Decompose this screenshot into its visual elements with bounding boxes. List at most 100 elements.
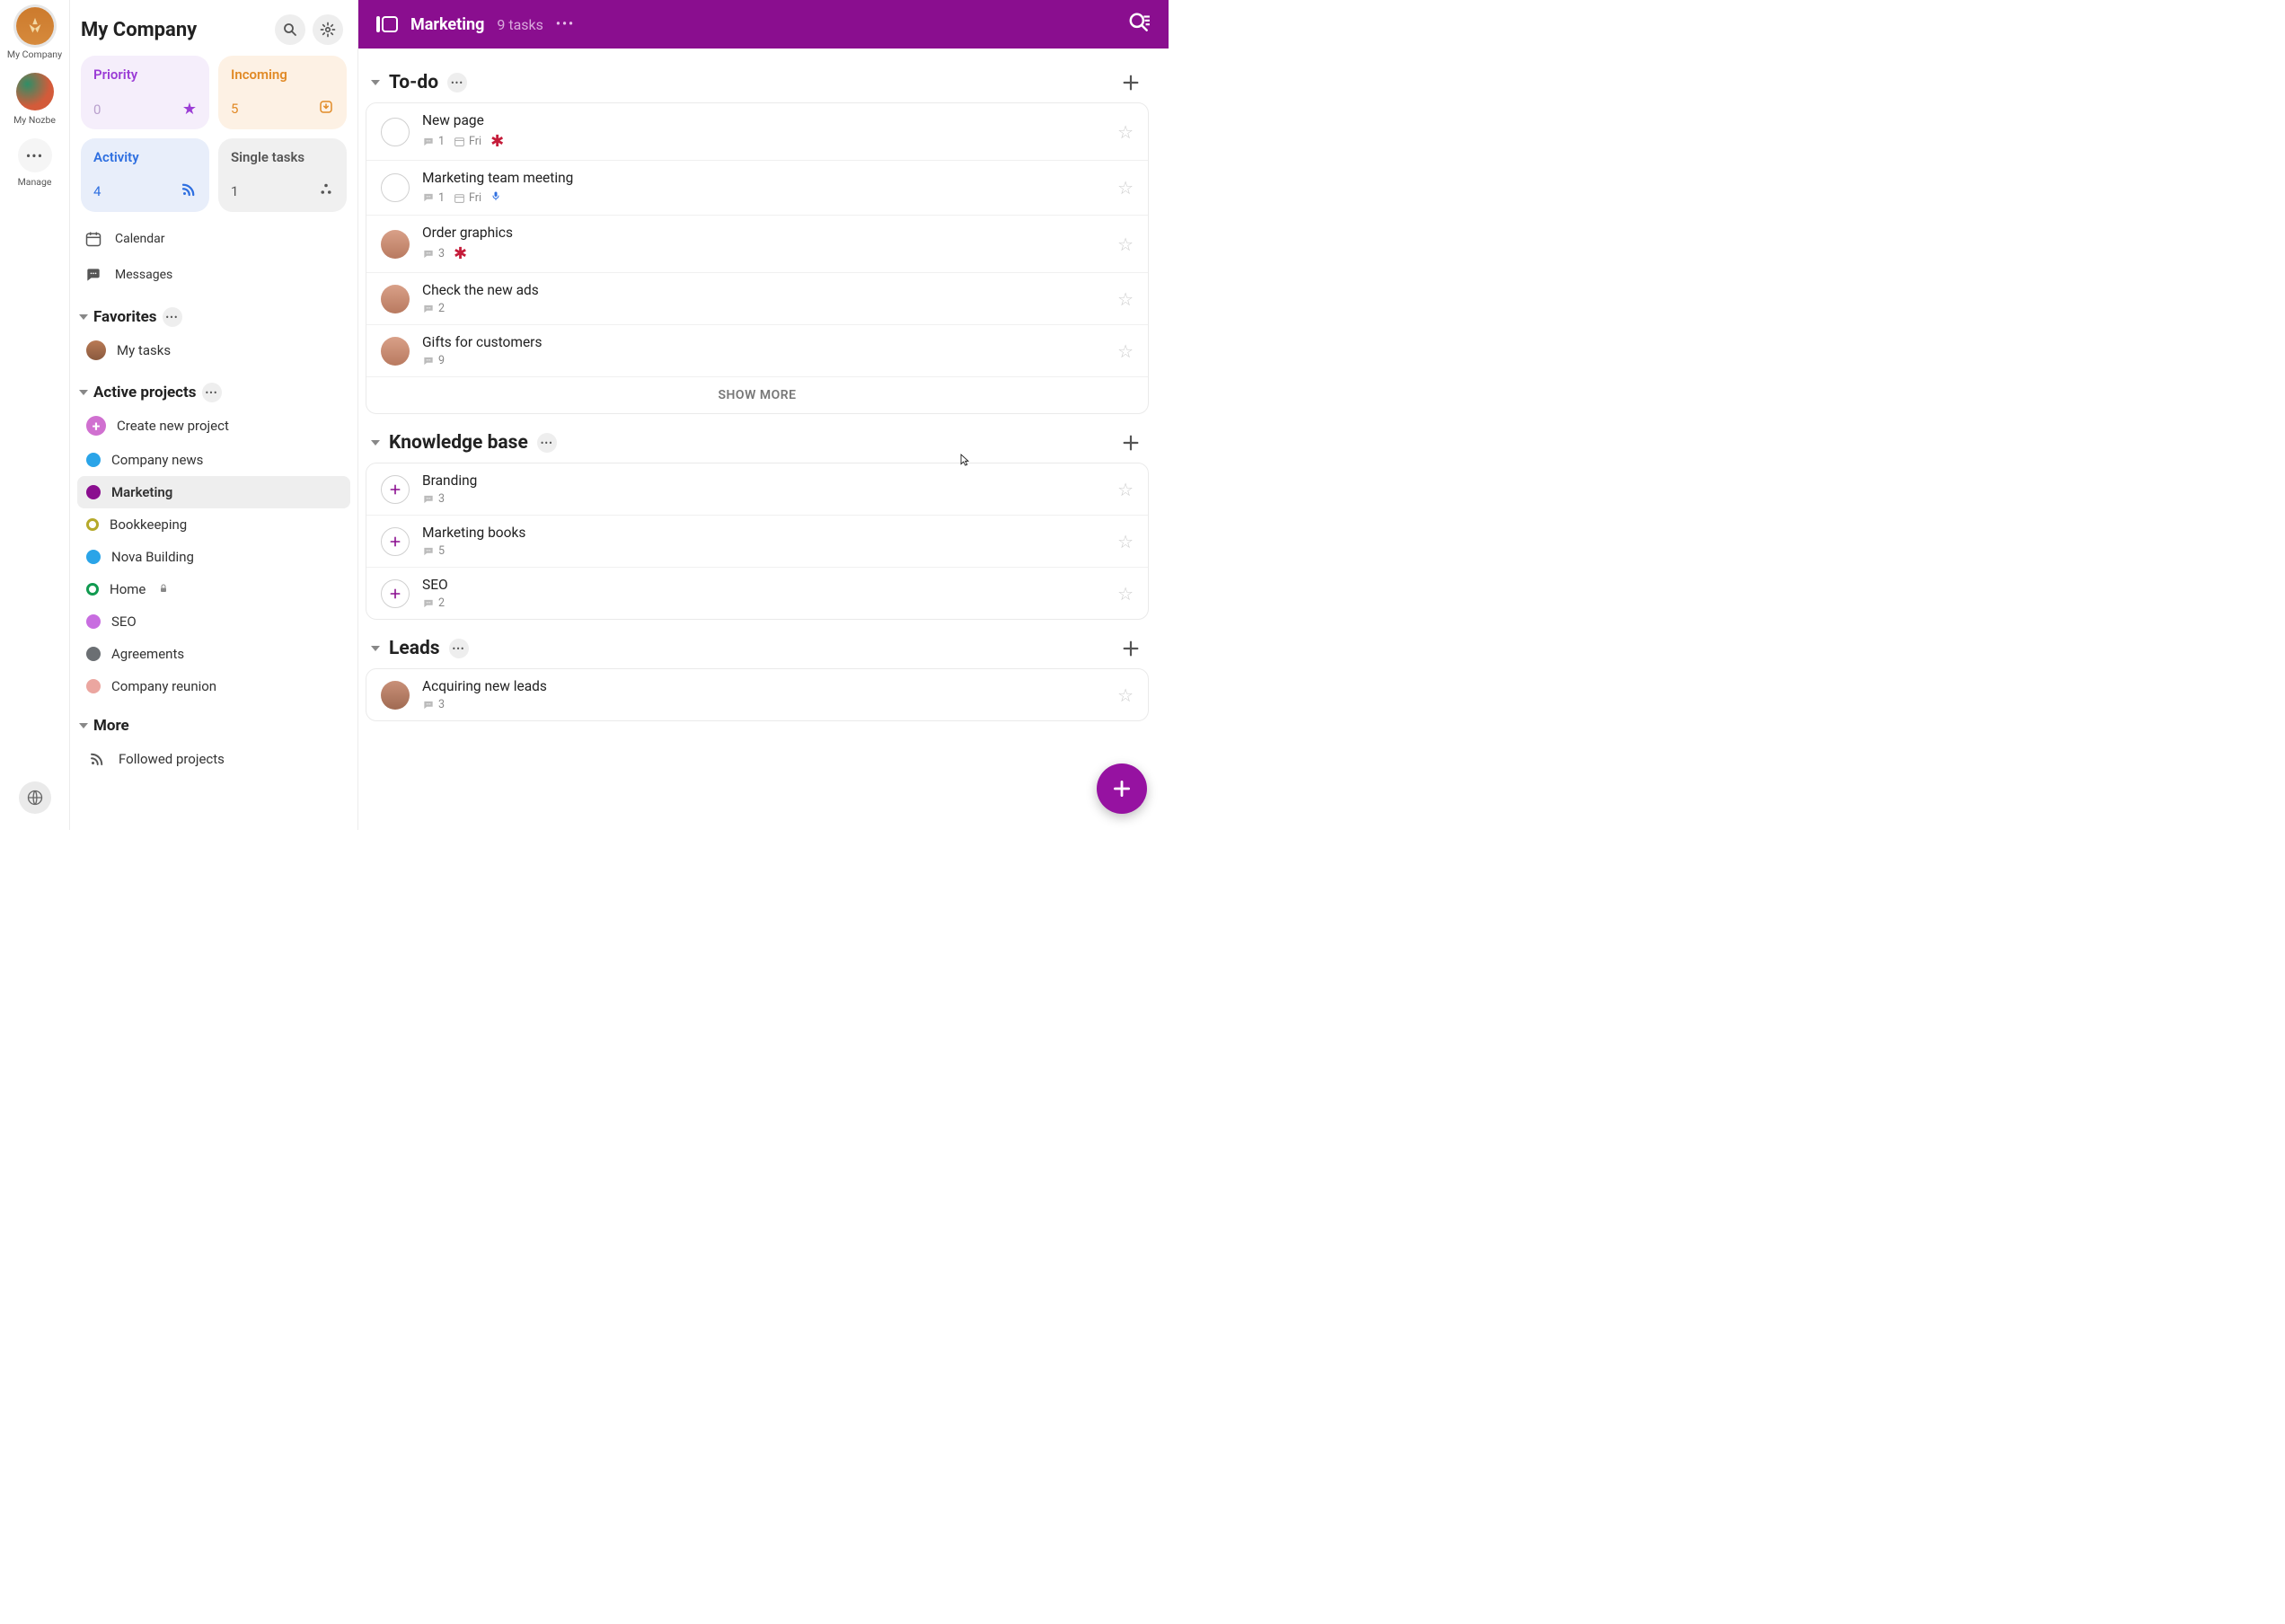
task-add-subtask-button[interactable] [381, 475, 410, 504]
group-header[interactable]: Leads••• [366, 623, 1149, 668]
favorites-menu-button[interactable]: ••• [163, 307, 182, 327]
add-task-button[interactable] [1118, 636, 1143, 661]
section-active-head[interactable]: Active projects ••• [77, 381, 350, 404]
task-list: Acquiring new leads3☆ [366, 668, 1149, 721]
card-priority[interactable]: Priority 0 ★ [81, 56, 209, 129]
content-scroll[interactable]: To-do•••New page1Fri✱☆Marketing team mee… [358, 49, 1169, 830]
card-single-label: Single tasks [231, 149, 334, 165]
sidebar-followed-projects[interactable]: Followed projects [77, 740, 350, 778]
sidebar-project-item[interactable]: Company reunion [77, 670, 350, 702]
caret-down-icon [371, 646, 380, 651]
dots-triangle-icon [318, 181, 334, 201]
assignee-avatar-icon[interactable] [381, 285, 410, 313]
comment-icon [422, 699, 435, 711]
task-row[interactable]: Marketing team meeting1Fri☆ [366, 161, 1148, 216]
rail-company-label: My Company [7, 49, 62, 60]
task-row[interactable]: Acquiring new leads3☆ [366, 669, 1148, 720]
card-activity[interactable]: Activity 4 [81, 138, 209, 212]
group-header[interactable]: To-do••• [366, 57, 1149, 102]
rail-manage[interactable]: ••• Manage [0, 138, 69, 188]
workspace-rail: My Company My Nozbe ••• Manage [0, 0, 70, 830]
group-menu-button[interactable]: ••• [447, 73, 467, 93]
group-header[interactable]: Knowledge base••• [366, 418, 1149, 463]
sidebar-header: My Company [77, 4, 350, 50]
sidebar-project-item[interactable]: Company news [77, 444, 350, 476]
star-toggle[interactable]: ☆ [1117, 234, 1134, 255]
calendar-small-icon [454, 136, 465, 147]
star-toggle[interactable]: ☆ [1117, 177, 1134, 199]
star-toggle[interactable]: ☆ [1117, 479, 1134, 500]
sidebar-item-my-tasks[interactable]: My tasks [77, 332, 350, 368]
task-checkbox[interactable] [381, 118, 410, 146]
sidebar-project-item[interactable]: Home [77, 573, 350, 605]
sidebar-project-label: SEO [111, 613, 137, 630]
project-color-dot-icon [86, 583, 99, 596]
task-row[interactable]: Gifts for customers9☆ [366, 325, 1148, 377]
sidebar-calendar[interactable]: Calendar [77, 221, 350, 257]
sidebar-create-project[interactable]: + Create new project [77, 408, 350, 444]
rail-company[interactable]: My Company [0, 7, 69, 60]
task-checkbox[interactable] [381, 173, 410, 202]
task-title: Check the new ads [422, 282, 1105, 298]
caret-down-icon [79, 723, 88, 728]
toggle-sidebar-button[interactable] [376, 16, 398, 32]
add-task-button[interactable] [1118, 430, 1143, 455]
task-row[interactable]: Order graphics3✱ ☆ [366, 216, 1148, 273]
topbar-project-name[interactable]: Marketing [410, 15, 484, 34]
task-row[interactable]: Check the new ads 2 ☆ [366, 273, 1148, 325]
section-favorites-title: Favorites [93, 308, 157, 326]
sidebar-scroll[interactable]: My Company Priority 0 ★ Incoming 5 [70, 0, 357, 830]
project-color-dot-icon [86, 550, 101, 564]
task-add-subtask-button[interactable] [381, 579, 410, 608]
card-incoming-count: 5 [231, 101, 238, 117]
show-more-button[interactable]: SHOW MORE [366, 377, 1148, 413]
sidebar-project-item[interactable]: SEO [77, 605, 350, 638]
task-add-subtask-button[interactable] [381, 527, 410, 556]
topbar-menu-button[interactable]: ••• [556, 17, 575, 31]
assignee-avatar-icon[interactable] [381, 681, 410, 710]
section-favorites-head[interactable]: Favorites ••• [77, 305, 350, 329]
star-toggle[interactable]: ☆ [1117, 583, 1134, 605]
comment-icon [422, 303, 435, 315]
sidebar-project-item[interactable]: Marketing [77, 476, 350, 508]
group-menu-button[interactable]: ••• [449, 639, 469, 658]
caret-down-icon [371, 80, 380, 85]
task-body: Order graphics3✱ [422, 225, 1105, 263]
card-single[interactable]: Single tasks 1 [218, 138, 347, 212]
comments-badge: 2 [422, 302, 445, 315]
section-more-head[interactable]: More [77, 715, 350, 737]
star-toggle[interactable]: ☆ [1117, 340, 1134, 362]
active-menu-button[interactable]: ••• [202, 383, 222, 402]
chat-bubble-icon [83, 264, 104, 286]
sidebar-messages[interactable]: Messages [77, 257, 350, 293]
card-incoming[interactable]: Incoming 5 [218, 56, 347, 129]
task-row[interactable]: Branding3☆ [366, 463, 1148, 516]
search-filter-button[interactable] [1127, 11, 1151, 38]
add-task-fab[interactable] [1097, 763, 1147, 814]
task-row[interactable]: New page1Fri✱☆ [366, 103, 1148, 161]
sidebar-project-item[interactable]: Nova Building [77, 541, 350, 573]
topbar-task-count: 9 tasks [497, 16, 543, 33]
search-button[interactable] [275, 14, 305, 45]
star-toggle[interactable]: ☆ [1117, 288, 1134, 310]
rail-nozbe[interactable]: My Nozbe [0, 73, 69, 126]
rail-globe-button[interactable] [19, 781, 51, 814]
task-row[interactable]: SEO2☆ [366, 568, 1148, 619]
assignee-avatar-icon[interactable] [381, 337, 410, 366]
task-row[interactable]: Marketing books5☆ [366, 516, 1148, 568]
caret-down-icon [79, 390, 88, 395]
group-menu-button[interactable]: ••• [537, 433, 557, 453]
comment-icon [422, 493, 435, 506]
calendar-small-icon [454, 192, 465, 204]
sidebar-project-item[interactable]: Bookkeeping [77, 508, 350, 541]
star-toggle[interactable]: ☆ [1117, 684, 1134, 706]
assignee-avatar-icon[interactable] [381, 230, 410, 259]
sidebar-project-item[interactable]: Agreements [77, 638, 350, 670]
task-title: Order graphics [422, 225, 1105, 241]
settings-button[interactable] [313, 14, 343, 45]
task-title: Marketing books [422, 525, 1105, 541]
star-toggle[interactable]: ☆ [1117, 531, 1134, 552]
add-task-button[interactable] [1118, 70, 1143, 95]
star-toggle[interactable]: ☆ [1117, 121, 1134, 143]
priority-splat-icon: ✱ [454, 244, 467, 263]
